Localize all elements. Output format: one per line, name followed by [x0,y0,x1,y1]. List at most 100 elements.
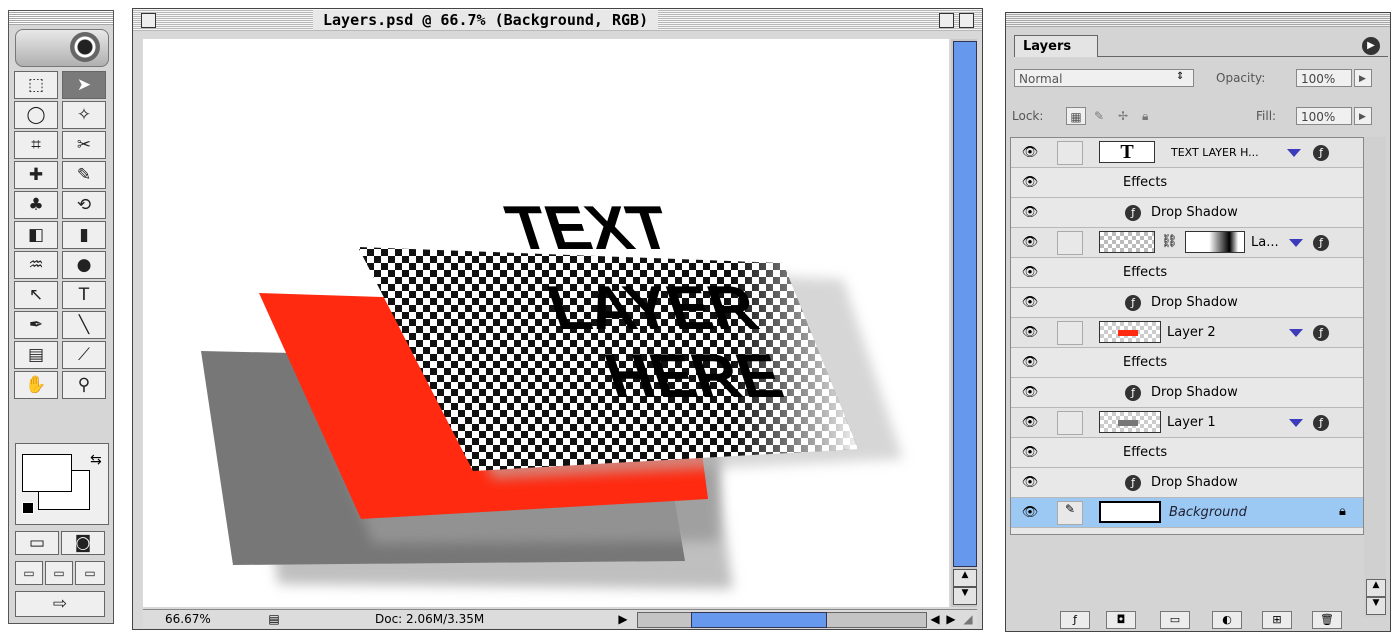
magic-wand-tool[interactable]: ✧ [62,101,106,129]
pen-tool[interactable]: ✒ [14,311,58,339]
default-colors-icon[interactable] [22,502,34,514]
status-menu-arrow-icon[interactable]: ▶ [615,611,631,627]
palette-menu-icon[interactable]: ▶ [1362,37,1380,55]
effects-row[interactable]: 👁︎ Effects [1011,348,1363,378]
brush-tool[interactable]: ✎ [62,161,106,189]
opacity-slider-arrow-icon[interactable]: ▶ [1354,69,1372,87]
hand-tool[interactable]: ✋ [14,371,58,399]
visibility-eye-icon[interactable]: 👁︎ [1017,293,1043,311]
adjustment-layer-icon[interactable]: ◐ [1212,611,1242,629]
resize-grip-icon[interactable]: ◢ [961,611,975,627]
full-screen-mode-button[interactable]: ▭ [75,561,105,585]
visibility-eye-icon[interactable]: 👁︎ [1017,263,1043,281]
visibility-eye-icon[interactable]: 👁︎ [1017,383,1043,401]
new-layer-icon[interactable]: ⊞ [1262,611,1292,629]
photoshop-logo-icon[interactable] [15,29,109,67]
full-screen-menu-mode-button[interactable]: ▭ [45,561,73,585]
tab-layers[interactable]: Layers [1014,35,1098,57]
foreground-color-swatch[interactable] [22,454,72,492]
link-cell[interactable] [1057,321,1083,345]
layer-effects-icon[interactable]: ƒ [1313,415,1329,431]
line-tool[interactable]: ╲ [62,311,106,339]
visibility-eye-icon[interactable]: 👁︎ [1017,143,1043,161]
expand-effects-icon[interactable] [1289,239,1303,247]
add-mask-icon[interactable]: ◘ [1106,611,1136,629]
crop-tool[interactable]: ⌗ [14,131,58,159]
lock-image-icon[interactable]: ✎ [1094,107,1104,125]
gradient-tool[interactable]: ▮ [62,221,106,249]
clone-stamp-tool[interactable]: ♣ [14,191,58,219]
quick-mask-button[interactable]: ◙ [61,531,105,555]
visibility-eye-icon[interactable]: 👁︎ [1017,323,1043,341]
standard-mode-button[interactable]: ▭ [15,531,59,555]
close-box-icon[interactable] [141,13,156,28]
marquee-tool[interactable]: ⬚ [14,71,58,99]
effect-row[interactable]: 👁︎ ƒ Drop Shadow [1011,468,1363,498]
expand-effects-icon[interactable] [1287,149,1301,157]
visibility-eye-icon[interactable]: 👁︎ [1017,173,1043,191]
zoom-level[interactable]: 66.67% [165,611,211,627]
fill-field[interactable]: 100% [1296,107,1352,125]
new-group-icon[interactable]: ▭ [1160,611,1190,629]
lock-position-icon[interactable]: ✢ [1118,107,1128,125]
layer-effects-icon[interactable]: ƒ [1313,235,1329,251]
horizontal-scroll-thumb[interactable] [691,612,827,628]
lasso-tool[interactable]: ◯ [14,101,58,129]
fill-slider-arrow-icon[interactable]: ▶ [1354,107,1372,125]
dodge-tool[interactable]: ● [62,251,106,279]
layer-row[interactable]: 👁︎ ⛓ La... ƒ [1011,228,1363,258]
layers-scroll-up-icon[interactable]: ▲ [1366,579,1386,597]
eyedropper-tool[interactable]: ⟋ [62,341,106,369]
visibility-eye-icon[interactable]: 👁︎ [1017,443,1043,461]
mask-link-icon[interactable]: ⛓ [1161,234,1178,249]
page-setup-icon[interactable]: ▤ [265,611,283,627]
layers-title-bar[interactable] [1006,13,1390,27]
notes-tool[interactable]: ▤ [14,341,58,369]
layers-scroll-down-icon[interactable]: ▼ [1366,597,1386,615]
link-cell[interactable] [1057,141,1083,165]
effects-row[interactable]: 👁︎ Effects [1011,438,1363,468]
healing-brush-tool[interactable]: ✚ [14,161,58,189]
zoom-tool[interactable]: ⚲ [62,371,106,399]
jump-to-imageready-button[interactable]: ⇨ [15,591,105,617]
layer-row-background[interactable]: 👁︎ ✎ Background 🔒︎ [1011,498,1363,528]
effect-row[interactable]: 👁︎ ƒ Drop Shadow [1011,198,1363,228]
zoom-box-icon[interactable] [939,13,954,28]
visibility-eye-icon[interactable]: 👁︎ [1017,503,1043,521]
image-canvas[interactable]: TEXT LAYER HERE [143,39,949,607]
scroll-down-arrow-icon[interactable]: ▼ [953,587,977,605]
layer-effects-icon[interactable]: ƒ [1313,325,1329,341]
scroll-right-arrow-icon[interactable]: ▶ [943,611,959,627]
eraser-tool[interactable]: ◧ [14,221,58,249]
swap-colors-icon[interactable]: ⇆ [90,452,102,468]
brush-link-icon[interactable]: ✎ [1057,501,1083,525]
layer-row[interactable]: 👁︎ Layer 1 ƒ [1011,408,1363,438]
effect-row[interactable]: 👁︎ ƒ Drop Shadow [1011,378,1363,408]
layer-row[interactable]: 👁︎ Layer 2 ƒ [1011,318,1363,348]
move-tool[interactable]: ➤ [62,71,106,99]
toolbox-title-bar[interactable] [9,11,113,25]
layer-effects-icon[interactable]: ƒ [1313,145,1329,161]
visibility-eye-icon[interactable]: 👁︎ [1017,413,1043,431]
expand-effects-icon[interactable] [1289,329,1303,337]
visibility-eye-icon[interactable]: 👁︎ [1017,353,1043,371]
visibility-eye-icon[interactable]: 👁︎ [1017,203,1043,221]
link-cell[interactable] [1057,411,1083,435]
effects-row[interactable]: 👁︎ Effects [1011,258,1363,288]
blur-tool[interactable]: ♒ [14,251,58,279]
effects-row[interactable]: 👁︎ Effects [1011,168,1363,198]
vertical-scrollbar[interactable]: ▲ ▼ [951,39,977,607]
layer-mask-thumbnail[interactable] [1185,231,1245,253]
blend-mode-select[interactable]: Normal [1014,69,1194,87]
standard-screen-mode-button[interactable]: ▭ [15,561,43,585]
path-selection-tool[interactable]: ↖ [14,281,58,309]
scroll-left-arrow-icon[interactable]: ◀ [927,611,943,627]
layer-style-icon[interactable]: ƒ [1060,611,1090,629]
link-cell[interactable] [1057,231,1083,255]
scroll-up-arrow-icon[interactable]: ▲ [953,569,977,587]
effect-row[interactable]: 👁︎ ƒ Drop Shadow [1011,288,1363,318]
lock-all-icon[interactable]: 🔒︎ [1142,107,1148,125]
visibility-eye-icon[interactable]: 👁︎ [1017,473,1043,491]
visibility-eye-icon[interactable]: 👁︎ [1017,233,1043,251]
collapse-box-icon[interactable] [959,13,974,28]
